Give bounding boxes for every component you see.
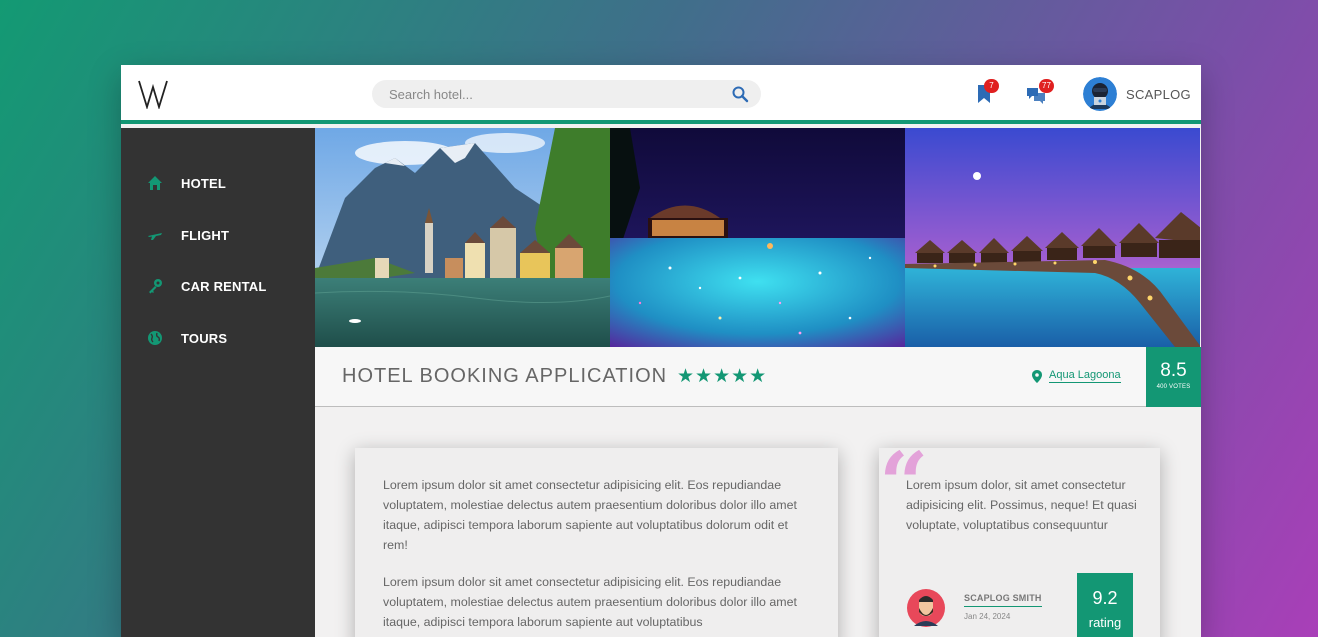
sidebar-item-label: HOTEL [181, 175, 227, 191]
sidebar-item-label: TOURS [181, 330, 228, 346]
user-menu[interactable]: SCAPLOG [1083, 77, 1191, 111]
search-bar [372, 80, 761, 108]
top-header: 7 77 SCAPLOG [121, 65, 1201, 124]
bookmarks-badge: 7 [984, 79, 999, 93]
app-window: 7 77 SCAPLOG [121, 65, 1201, 637]
location-link[interactable]: Aqua Lagoona [1032, 369, 1121, 383]
search-icon[interactable] [731, 85, 749, 103]
map-pin-icon [1032, 369, 1042, 383]
messages-badge: 77 [1039, 79, 1054, 93]
sidebar-item-label: FLIGHT [181, 227, 230, 243]
reviewer-avatar [906, 588, 946, 628]
sidebar-item-tours[interactable]: TOURS [147, 327, 227, 349]
review-score: 9.2 [1092, 588, 1118, 608]
key-icon [149, 279, 162, 294]
sidebar-item-car-rental[interactable]: CAR RENTAL [147, 275, 267, 297]
search-input[interactable] [389, 80, 719, 108]
lakeside-village-photo[interactable] [315, 128, 610, 347]
review-card: “ Lorem ipsum dolor, sit amet consectetu… [879, 442, 1160, 637]
photo-gallery [315, 128, 1201, 347]
globe-icon [148, 331, 162, 345]
listing-title-bar: HOTEL BOOKING APPLICATION ★★★★★ Aqua Lag… [315, 347, 1201, 407]
reviewer-name[interactable]: SCAPLOG SMITH [964, 593, 1042, 607]
page-title: HOTEL BOOKING APPLICATION [342, 365, 668, 387]
review-score-label: rating [1088, 615, 1122, 630]
infinity-pool-night-photo[interactable] [610, 128, 905, 347]
description-card: Lorem ipsum dolor sit amet consectetur a… [355, 448, 838, 637]
star-rating: ★★★★★ [677, 366, 768, 387]
overwater-bungalows-photo[interactable] [905, 128, 1200, 347]
review-date: Jan 24, 2024 [964, 612, 1011, 621]
hotel-votes: 400 VOTES [1156, 384, 1191, 390]
hotel-score: 8.5 [1160, 360, 1187, 381]
messages-button[interactable]: 77 [1026, 79, 1054, 105]
review-score-badge: 9.2 rating [1077, 573, 1133, 637]
sidebar-item-flight[interactable]: FLIGHT [147, 224, 229, 246]
description-paragraph: Lorem ipsum dolor sit amet consectetur a… [383, 478, 797, 552]
hotel-score-badge: 8.5 400 VOTES [1146, 347, 1201, 407]
hacker-avatar-icon [1083, 77, 1117, 111]
review-text: Lorem ipsum dolor, sit amet consectetur … [906, 478, 1137, 532]
w-logo-icon[interactable] [137, 79, 169, 109]
description-paragraph: Lorem ipsum dolor sit amet consectetur a… [383, 575, 797, 629]
sidebar-item-hotel[interactable]: HOTEL [147, 172, 226, 194]
plane-icon [148, 233, 162, 240]
sidebar-item-label: CAR RENTAL [181, 278, 267, 294]
sidebar: HOTEL FLIGHT CAR RENTAL TOURS [121, 128, 315, 637]
home-icon [148, 176, 162, 190]
bookmarks-button[interactable]: 7 [974, 79, 999, 105]
user-name: SCAPLOG [1126, 86, 1191, 102]
location-name: Aqua Lagoona [1049, 369, 1121, 383]
